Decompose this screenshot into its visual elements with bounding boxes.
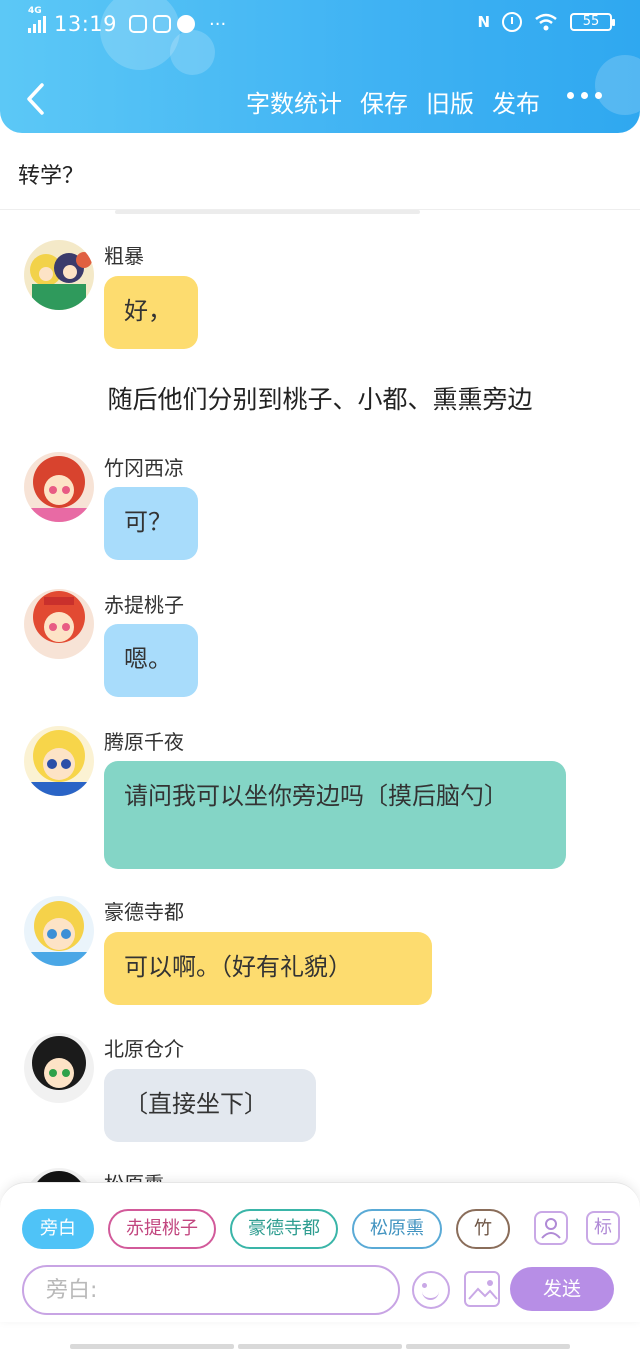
send-button[interactable]: 发送	[510, 1267, 614, 1311]
scroll-shadow	[115, 210, 420, 214]
mail-notification-icon	[153, 15, 172, 33]
message-bubble[interactable]: 可以啊。（好有礼貌）	[104, 932, 432, 1005]
status-time: 13:19	[54, 12, 118, 36]
more-options-icon[interactable]	[567, 92, 602, 99]
message-bubble[interactable]: 好，	[104, 276, 198, 349]
wifi-icon	[535, 13, 557, 31]
app-notification-icon	[129, 15, 148, 33]
image-icon[interactable]	[464, 1271, 500, 1307]
save-button[interactable]: 保存	[360, 84, 408, 119]
story-title[interactable]: 转学？	[18, 158, 84, 190]
emoji-icon[interactable]	[412, 1271, 450, 1309]
role-chip[interactable]: 松原熏	[352, 1209, 442, 1249]
message-bubble[interactable]: 嗯。	[104, 624, 198, 697]
role-chip[interactable]: 竹	[456, 1209, 510, 1249]
composer-panel: 旁白 赤提桃子 豪德寺都 松原熏 竹 标 发送	[0, 1182, 640, 1322]
avatar	[24, 726, 94, 796]
avatar	[24, 452, 94, 522]
character-manage-icon[interactable]	[534, 1211, 568, 1245]
message-input[interactable]	[22, 1265, 400, 1315]
role-chip[interactable]: 豪德寺都	[230, 1209, 338, 1249]
more-notifications-icon: ···	[209, 13, 227, 35]
story-title-bar: 转学？	[0, 140, 640, 210]
battery-icon: 55	[570, 13, 615, 31]
avatar	[24, 896, 94, 966]
sender-name: 粗暴	[104, 244, 144, 268]
tag-button[interactable]: 标	[586, 1211, 620, 1245]
publish-button[interactable]: 发布	[492, 84, 540, 119]
status-bar: 4G 13:19 ··· N 55	[0, 0, 640, 50]
role-chip[interactable]: 赤提桃子	[108, 1209, 216, 1249]
cell-signal-icon: 4G	[28, 6, 46, 33]
avatar	[24, 240, 94, 310]
narration-text[interactable]: 随后他们分别到桃子、小都、熏熏旁边	[0, 380, 640, 416]
message-bubble[interactable]: 请问我可以坐你旁边吗〔摸后脑勺〕	[104, 761, 566, 869]
role-chip-narrator[interactable]: 旁白	[22, 1209, 94, 1249]
nav-gesture-bar	[70, 1344, 570, 1349]
toolbar: 字数统计 保存 旧版 发布	[0, 72, 640, 128]
avatar	[24, 589, 94, 659]
word-count-button[interactable]: 字数统计	[246, 84, 342, 119]
alarm-icon	[502, 12, 522, 32]
back-arrow-icon[interactable]	[24, 82, 46, 116]
nfc-icon: N	[477, 13, 490, 31]
sender-name: 北原仓介	[104, 1037, 184, 1061]
browser-notification-icon	[177, 15, 196, 33]
role-selector: 旁白 赤提桃子 豪德寺都 松原熏 竹	[22, 1209, 516, 1251]
message-bubble[interactable]: 〔直接坐下〕	[104, 1069, 316, 1142]
input-row: 发送	[22, 1265, 622, 1317]
avatar	[24, 1033, 94, 1103]
message-bubble[interactable]: 可？	[104, 487, 198, 560]
app-header: 4G 13:19 ··· N 55 字数统计 保存 旧版 发布	[0, 0, 640, 133]
sender-name: 豪德寺都	[104, 900, 184, 924]
sender-name: 赤提桃子	[104, 593, 184, 617]
old-version-button[interactable]: 旧版	[426, 84, 474, 119]
sender-name: 腾原千夜	[104, 730, 184, 754]
sender-name: 竹冈西凉	[104, 456, 184, 480]
